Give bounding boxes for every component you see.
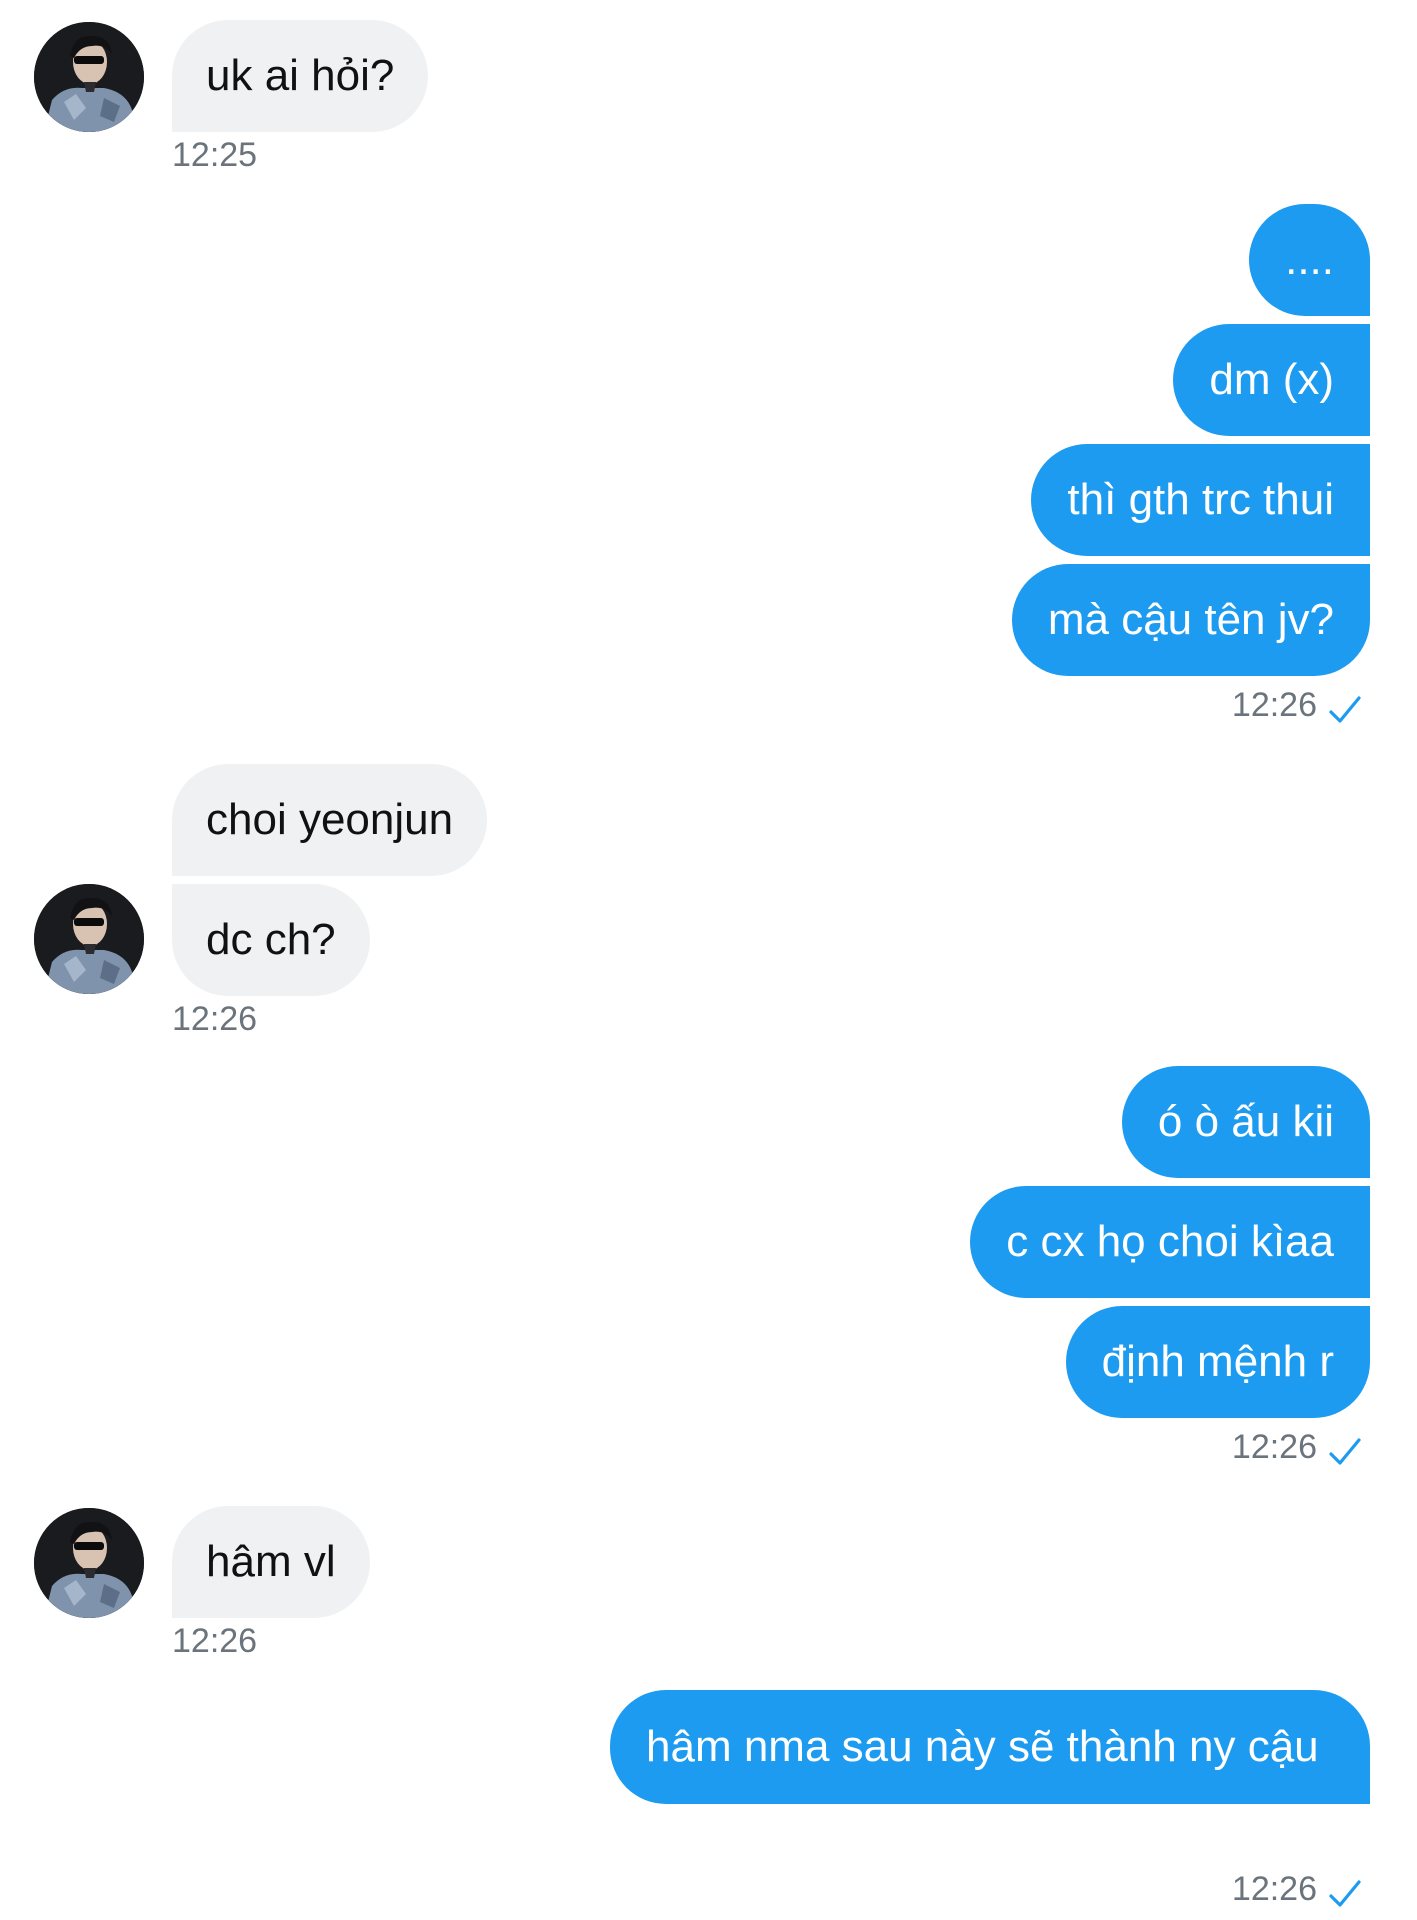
avatar-photo	[34, 884, 144, 994]
message-timestamp: 12:26	[1231, 1428, 1317, 1466]
message-text: hâm vl	[206, 1537, 336, 1586]
message-text: dm (x)	[1209, 355, 1334, 404]
outgoing-message-bubble[interactable]: định mệnh r	[1065, 1306, 1370, 1418]
outgoing-message-bubble[interactable]: c cx họ choi kìaa	[970, 1186, 1370, 1298]
check-icon	[1329, 696, 1361, 723]
avatar[interactable]	[34, 22, 144, 132]
message-text: thì gth trc thui	[1067, 475, 1334, 524]
incoming-message-bubble[interactable]: hâm vl	[172, 1506, 370, 1618]
message-text: hâm nma sau này sẽ thành ny cậu	[646, 1722, 1319, 1771]
outgoing-message-bubble[interactable]: mà cậu tên jv?	[1011, 564, 1370, 676]
message-text: ó ò ấu kii	[1157, 1097, 1334, 1146]
message-text: mà cậu tên jv?	[1047, 595, 1334, 644]
message-timestamp: 12:26	[172, 1000, 258, 1038]
outgoing-message-bubble[interactable]: ó ò ấu kii	[1121, 1066, 1370, 1178]
message-text: uk ai hỏi?	[206, 51, 395, 100]
check-icon	[1329, 1438, 1361, 1465]
message-text: c cx họ choi kìaa	[1006, 1217, 1334, 1266]
message-timestamp: 12:26	[172, 1622, 258, 1660]
outgoing-message-bubble[interactable]: thì gth trc thui	[1031, 444, 1370, 556]
message-text: dc ch?	[206, 915, 336, 964]
avatar-photo	[34, 22, 144, 132]
avatar[interactable]	[34, 1508, 144, 1618]
message-thread: uk ai hỏi? 12:25 .... dm (x) thì gth trc…	[0, 0, 1417, 1920]
message-text: định mệnh r	[1101, 1337, 1334, 1386]
avatar-photo	[34, 1508, 144, 1618]
message-text: ....	[1285, 235, 1334, 284]
outgoing-message-bubble[interactable]: ....	[1249, 204, 1370, 316]
message-timestamp: 12:25	[172, 136, 258, 174]
outgoing-message-bubble[interactable]: dm (x)	[1173, 324, 1370, 436]
message-timestamp: 12:26	[1231, 1870, 1317, 1908]
incoming-message-bubble[interactable]: dc ch?	[172, 884, 370, 996]
incoming-message-bubble[interactable]: uk ai hỏi?	[172, 20, 429, 132]
message-text: choi yeonjun	[206, 795, 454, 844]
avatar[interactable]	[34, 884, 144, 994]
message-timestamp: 12:26	[1231, 686, 1317, 724]
outgoing-message-bubble[interactable]: hâm nma sau này sẽ thành ny cậu	[610, 1690, 1370, 1804]
incoming-message-bubble[interactable]: choi yeonjun	[172, 764, 488, 876]
check-icon	[1329, 1880, 1361, 1907]
